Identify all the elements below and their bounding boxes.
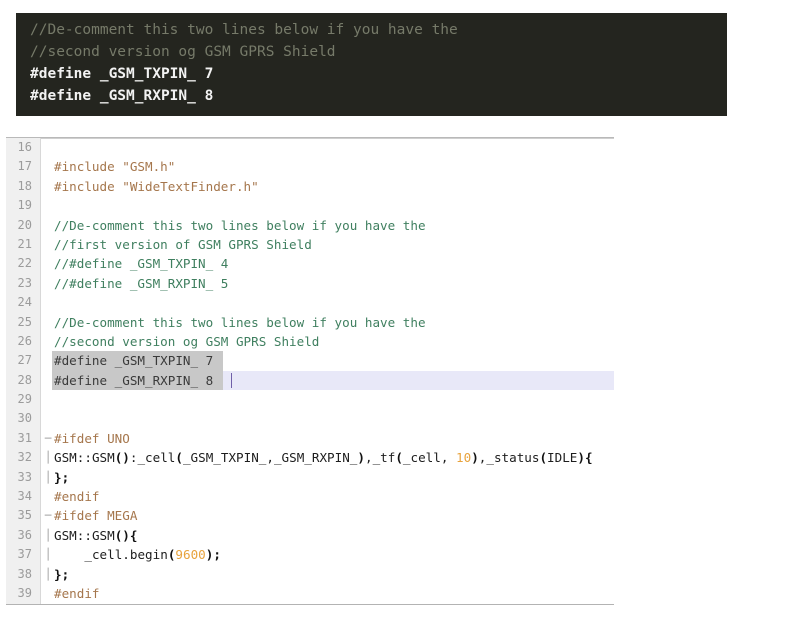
line-number: 32 — [17, 450, 32, 465]
code-line-text: //first version of GSM GPRS Shield — [54, 236, 312, 252]
line-number: 18 — [17, 178, 32, 193]
code-line[interactable]: 29 — [6, 390, 614, 409]
code-line[interactable]: 27 #define _GSM_TXPIN_ 7 — [6, 351, 614, 371]
fold-collapse-icon[interactable]: ─ — [42, 429, 54, 448]
code-line-text: GSM::GSM():_cell(_GSM_TXPIN_,_GSM_RXPIN_… — [54, 450, 593, 466]
line-number: 23 — [17, 275, 32, 290]
line-number: 29 — [17, 392, 32, 407]
code-line-text: //De-comment this two lines below if you… — [54, 217, 426, 233]
code-line[interactable]: 17 #include "GSM.h" — [6, 157, 614, 176]
snippet-line-comment-1: //De-comment this two lines below if you… — [30, 22, 458, 38]
code-line[interactable]: 16 — [6, 138, 614, 157]
code-line[interactable]: 28 #define _GSM_RXPIN_ 8 — [6, 370, 614, 391]
snippet-line-define-rxpin: #define _GSM_RXPIN_ 8 — [30, 88, 214, 104]
code-line-text: }; — [54, 469, 70, 485]
code-line-text: #define _GSM_RXPIN_ 8 — [54, 372, 214, 388]
code-line[interactable]: 34 #endif — [6, 487, 614, 506]
code-line-text: //#define _GSM_RXPIN_ 5 — [54, 275, 229, 291]
code-line[interactable]: 30 — [6, 409, 614, 428]
code-line-text: #include "WideTextFinder.h" — [54, 178, 259, 194]
code-line[interactable]: 39 #endif — [6, 584, 614, 603]
code-line[interactable]: 21 //first version of GSM GPRS Shield — [6, 235, 614, 254]
snippet-line-comment-2: //second version og GSM GPRS Shield — [30, 44, 336, 60]
code-line[interactable]: 32 │ GSM::GSM():_cell(_GSM_TXPIN_,_GSM_RXP… — [6, 448, 614, 467]
code-line-text: #ifdef UNO — [54, 430, 130, 446]
code-line-text: #endif — [54, 489, 100, 505]
code-line[interactable]: 36 │ GSM::GSM(){ — [6, 526, 614, 545]
code-line[interactable]: 25 //De-comment this two lines below if y… — [6, 313, 614, 332]
line-number: 22 — [17, 256, 32, 271]
line-number: 37 — [17, 547, 32, 562]
snippet-line-define-txpin: #define _GSM_TXPIN_ 7 — [30, 66, 214, 82]
text-cursor — [231, 372, 233, 389]
line-number: 28 — [17, 372, 32, 387]
code-line-text: //second version og GSM GPRS Shield — [54, 333, 320, 349]
line-number: 24 — [17, 295, 32, 310]
code-line[interactable]: 31 ─ #ifdef UNO — [6, 429, 614, 448]
code-line-text: //#define _GSM_TXPIN_ 4 — [54, 256, 229, 272]
code-line-text: #include "GSM.h" — [54, 159, 176, 175]
code-line[interactable]: 40 — [6, 603, 614, 604]
code-line[interactable]: 26 //second version og GSM GPRS Shield — [6, 332, 614, 351]
code-line-text: _cell.begin(9600); — [84, 547, 221, 563]
fold-guide-icon: │ — [44, 528, 52, 542]
line-number: 21 — [17, 236, 32, 251]
fold-guide-icon: │ — [44, 567, 52, 581]
code-line[interactable]: 24 — [6, 293, 614, 312]
code-line[interactable]: 38 │}; — [6, 565, 614, 584]
code-line-text: //De-comment this two lines below if you… — [54, 314, 426, 330]
line-number: 36 — [17, 527, 32, 542]
code-line[interactable]: 19 — [6, 196, 614, 215]
line-number: 34 — [17, 489, 32, 504]
code-line[interactable]: 37 │ _cell.begin(9600); — [6, 545, 614, 564]
fold-guide-icon: │ — [44, 470, 52, 484]
line-number: 26 — [17, 333, 32, 348]
source-code-editor[interactable]: 16 17 #include "GSM.h" 18 #include "WideText… — [6, 137, 614, 605]
line-number: 19 — [17, 198, 32, 213]
code-line[interactable]: 35 ─ #ifdef MEGA — [6, 506, 614, 525]
code-line-text: #define _GSM_TXPIN_ 7 — [54, 353, 214, 369]
line-number: 39 — [17, 585, 32, 600]
fold-guide-icon: │ — [44, 548, 52, 562]
line-number: 30 — [17, 411, 32, 426]
line-number: 31 — [17, 430, 32, 445]
code-line[interactable]: 33 │}; — [6, 468, 614, 487]
code-line[interactable]: 20 //De-comment this two lines below if y… — [6, 216, 614, 235]
code-line-text: }; — [54, 566, 70, 582]
code-line-text: #ifdef MEGA — [54, 508, 138, 524]
line-number: 33 — [17, 469, 32, 484]
line-number: 27 — [17, 353, 32, 368]
code-snippet-panel: //De-comment this two lines below if you… — [16, 13, 727, 116]
code-line[interactable]: 22 //#define _GSM_TXPIN_ 4 — [6, 254, 614, 273]
editor-text-area[interactable]: 16 17 #include "GSM.h" 18 #include "WideText… — [6, 138, 614, 604]
code-line[interactable]: 18 #include "WideTextFinder.h" — [6, 177, 614, 196]
line-number: 17 — [17, 159, 32, 174]
fold-guide-icon: │ — [44, 451, 52, 465]
code-line-text: GSM::GSM(){ — [54, 527, 138, 543]
line-number: 16 — [17, 140, 32, 154]
fold-collapse-icon[interactable]: ─ — [42, 506, 54, 525]
line-number: 25 — [17, 314, 32, 329]
line-number: 40 — [6, 603, 32, 604]
line-number: 38 — [17, 566, 32, 581]
code-line[interactable]: 23 //#define _GSM_RXPIN_ 5 — [6, 274, 614, 293]
code-line-text: #endif — [54, 585, 100, 601]
line-number: 20 — [17, 217, 32, 232]
line-number: 35 — [17, 508, 32, 523]
